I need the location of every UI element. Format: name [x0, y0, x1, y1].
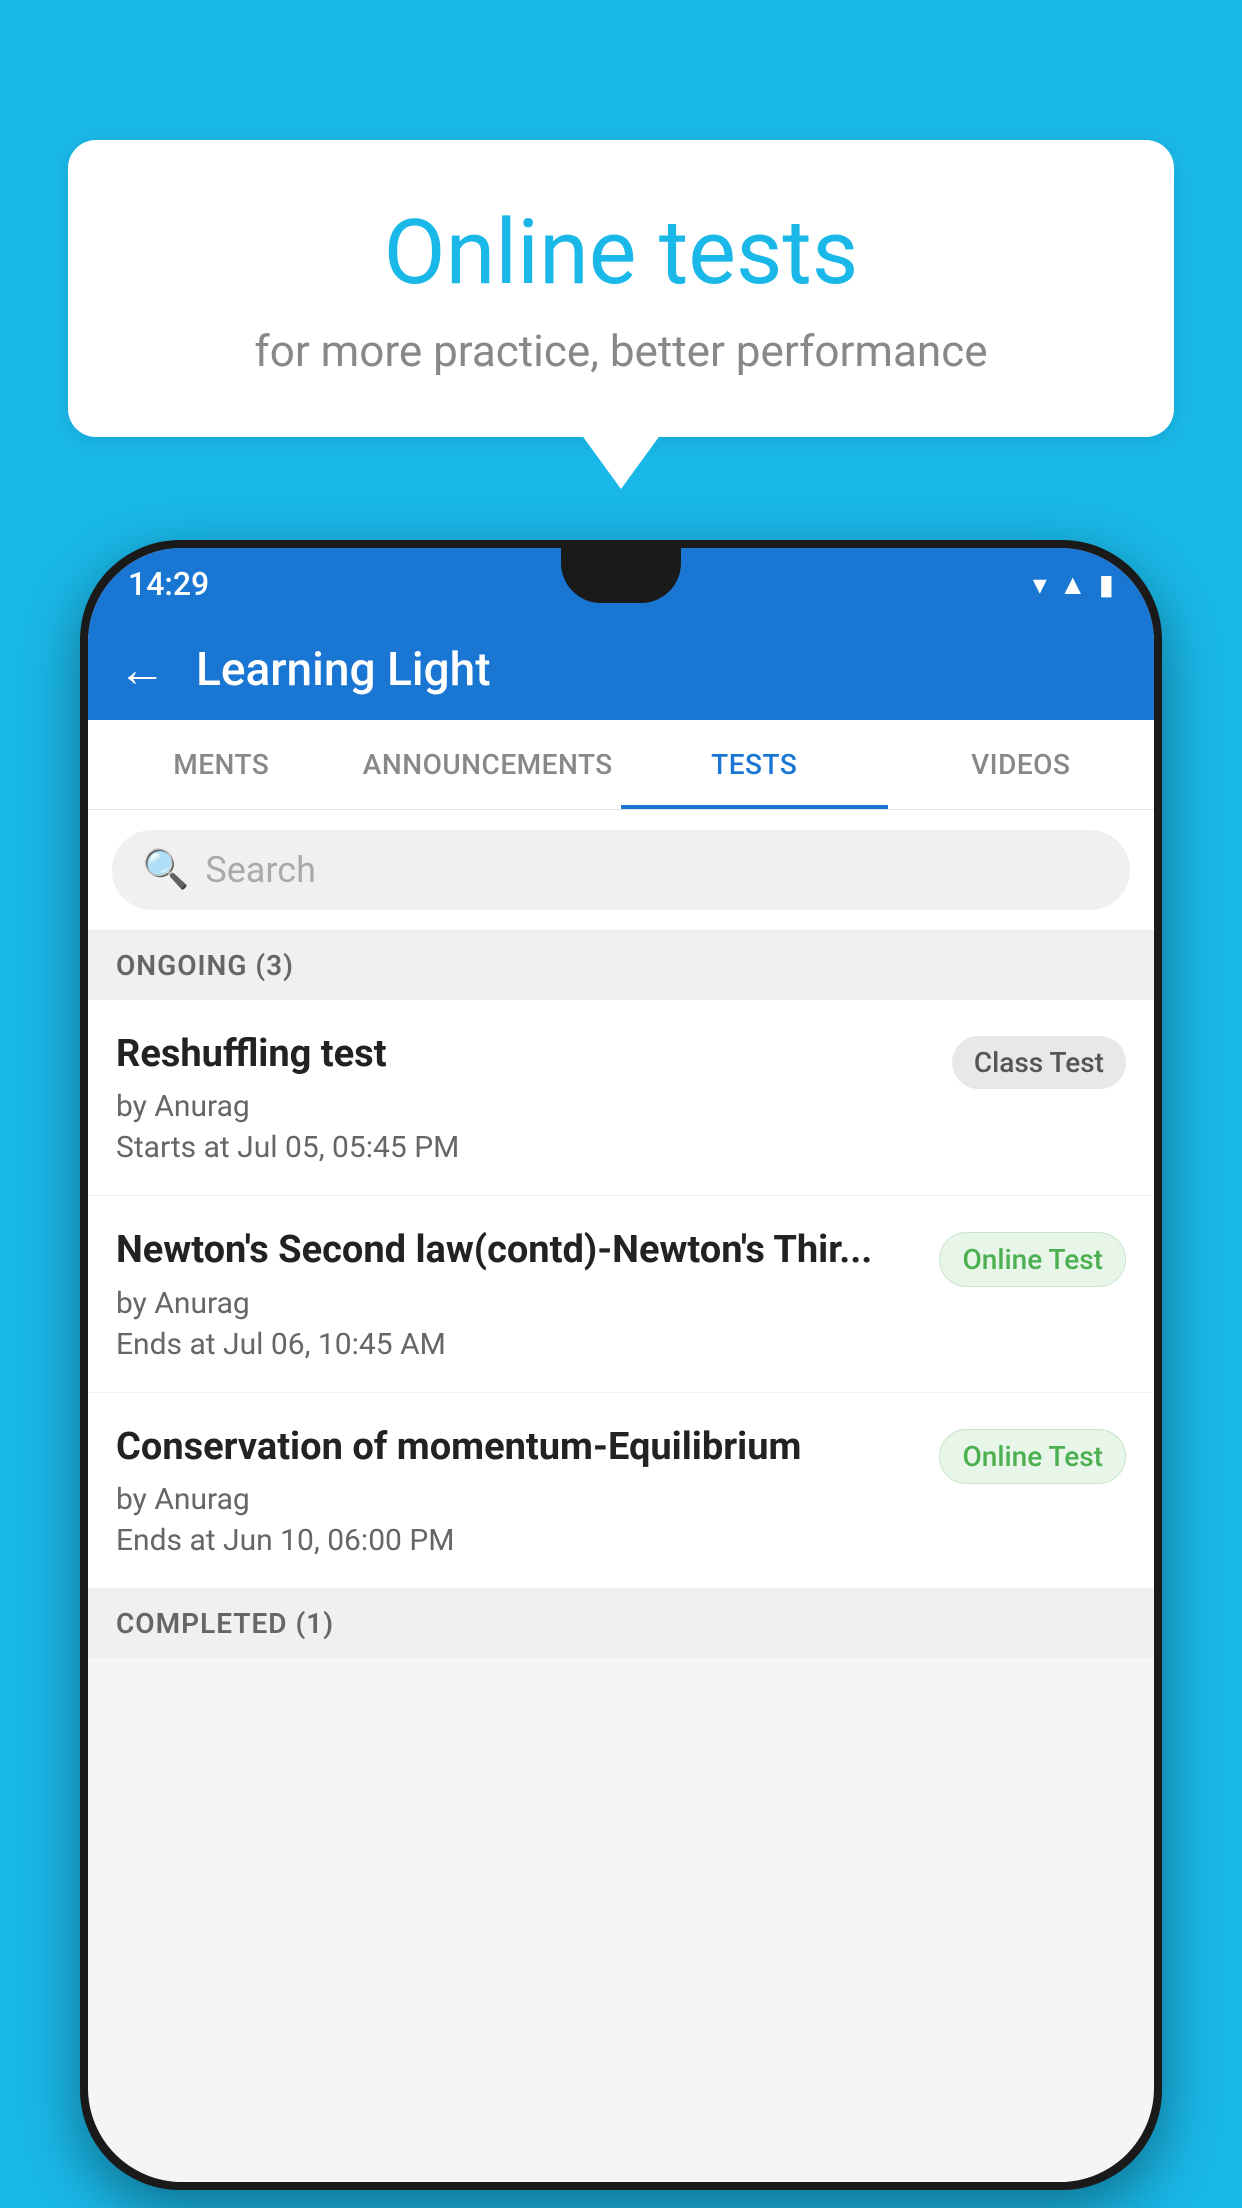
test-name-1: Reshuffling test	[116, 1030, 932, 1079]
test-info-1: Reshuffling test by Anurag Starts at Jul…	[116, 1030, 932, 1165]
bubble-subtitle: for more practice, better performance	[148, 325, 1094, 377]
status-bar: 14:29 ▾ ▲ ▮	[88, 548, 1154, 620]
completed-section-header: COMPLETED (1)	[88, 1589, 1154, 1658]
ongoing-section-header: ONGOING (3)	[88, 931, 1154, 1000]
test-info-2: Newton's Second law(contd)-Newton's Thir…	[116, 1226, 919, 1361]
bubble-title: Online tests	[148, 200, 1094, 305]
search-input[interactable]: 🔍 Search	[112, 830, 1130, 910]
test-badge-2: Online Test	[939, 1232, 1126, 1287]
tabs-bar: MENTS ANNOUNCEMENTS TESTS VIDEOS	[88, 720, 1154, 810]
test-badge-3: Online Test	[939, 1429, 1126, 1484]
test-date-3: Ends at Jun 10, 06:00 PM	[116, 1523, 919, 1558]
test-info-3: Conservation of momentum-Equilibrium by …	[116, 1423, 919, 1558]
status-icons: ▾ ▲ ▮	[1033, 568, 1114, 601]
back-button[interactable]: ←	[118, 646, 166, 694]
test-author-1: by Anurag	[116, 1089, 932, 1124]
test-date-2: Ends at Jul 06, 10:45 AM	[116, 1327, 919, 1362]
tab-announcements[interactable]: ANNOUNCEMENTS	[355, 720, 622, 809]
tab-ments[interactable]: MENTS	[88, 720, 355, 809]
test-item-newton[interactable]: Newton's Second law(contd)-Newton's Thir…	[88, 1196, 1154, 1392]
test-list: Reshuffling test by Anurag Starts at Jul…	[88, 1000, 1154, 1589]
signal-icon: ▲	[1059, 568, 1087, 601]
test-date-1: Starts at Jul 05, 05:45 PM	[116, 1130, 932, 1165]
speech-bubble-container: Online tests for more practice, better p…	[68, 140, 1174, 437]
test-item-reshuffling[interactable]: Reshuffling test by Anurag Starts at Jul…	[88, 1000, 1154, 1196]
test-author-3: by Anurag	[116, 1482, 919, 1517]
search-container: 🔍 Search	[88, 810, 1154, 931]
app-title: Learning Light	[196, 643, 491, 697]
test-name-2: Newton's Second law(contd)-Newton's Thir…	[116, 1226, 919, 1275]
test-author-2: by Anurag	[116, 1286, 919, 1321]
test-name-3: Conservation of momentum-Equilibrium	[116, 1423, 919, 1472]
tab-tests[interactable]: TESTS	[621, 720, 888, 809]
test-item-conservation[interactable]: Conservation of momentum-Equilibrium by …	[88, 1393, 1154, 1589]
app-bar: ← Learning Light	[88, 620, 1154, 720]
battery-icon: ▮	[1099, 568, 1114, 601]
phone-inner: 14:29 ▾ ▲ ▮ ← Learning Light MENTS ANNOU…	[88, 548, 1154, 2182]
tab-videos[interactable]: VIDEOS	[888, 720, 1155, 809]
test-badge-1: Class Test	[952, 1036, 1126, 1089]
search-placeholder: Search	[205, 849, 316, 891]
notch	[561, 548, 681, 603]
wifi-icon: ▾	[1033, 568, 1047, 601]
phone-frame: 14:29 ▾ ▲ ▮ ← Learning Light MENTS ANNOU…	[80, 540, 1162, 2190]
speech-bubble: Online tests for more practice, better p…	[68, 140, 1174, 437]
search-icon: 🔍	[142, 848, 189, 892]
status-time: 14:29	[128, 565, 209, 603]
